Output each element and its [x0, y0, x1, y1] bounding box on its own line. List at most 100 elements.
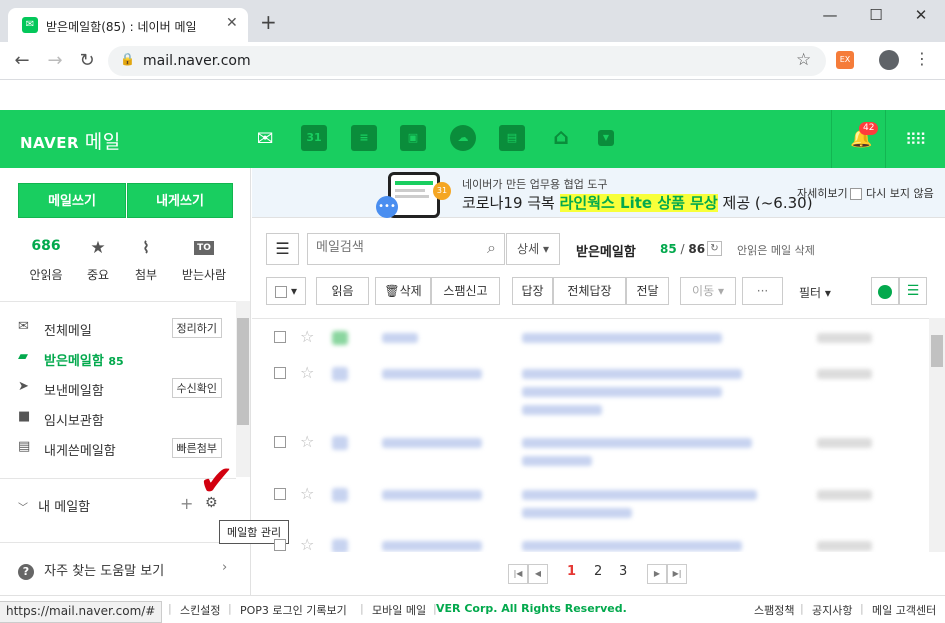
back-icon[interactable]: ←	[12, 51, 32, 71]
app-grid-icon[interactable]: ⠿⠿	[905, 130, 926, 149]
unread-counter[interactable]: 686 안읽음	[21, 238, 71, 283]
write-to-self-button[interactable]: 내게쓰기	[127, 183, 233, 218]
naver-mail-logo[interactable]: NAVER 메일	[20, 127, 121, 154]
footer-spam-policy-link[interactable]: 스팸정책	[754, 602, 794, 618]
folder-sent[interactable]: ➤ 보낸메일함 수신확인	[18, 377, 228, 399]
folder-inbox[interactable]: ▰ 받은메일함 85	[18, 347, 228, 369]
browser-tab[interactable]: ✉ 받은메일함(85) : 네이버 메일 ✕	[8, 8, 248, 42]
scrollbar-thumb[interactable]	[931, 335, 943, 367]
footer-skin-link[interactable]: 스킨설정	[180, 602, 220, 618]
folder-drafts[interactable]: ■ 임시보관함	[18, 407, 228, 429]
sidebar-scrollbar[interactable]	[236, 301, 250, 477]
first-page-icon[interactable]: |◀	[508, 564, 528, 584]
to-me-filter[interactable]: TO 받는사람	[179, 238, 229, 283]
page-1[interactable]: 1	[567, 564, 576, 584]
address-book-icon[interactable]: ▣	[400, 125, 426, 151]
search-icon[interactable]: ⌕	[487, 238, 496, 258]
prev-page-icon[interactable]: ◀	[528, 564, 548, 584]
row-checkbox[interactable]	[274, 331, 286, 343]
naver-mail-favicon: ✉	[22, 17, 38, 33]
banner-details-link[interactable]: 자세히보기	[797, 185, 848, 201]
address-bar[interactable]: 🔒 mail.naver.com ☆	[108, 46, 826, 76]
list-view-button[interactable]: ☰	[899, 277, 927, 305]
star-icon[interactable]: ☆	[300, 432, 314, 451]
new-tab-icon[interactable]: +	[260, 12, 277, 32]
delete-button[interactable]: 🗑삭제	[375, 277, 431, 305]
promo-banner[interactable]: ••• 31 네이버가 만든 업무용 협업 도구 코로나19 극복 라인웍스 L…	[252, 168, 945, 218]
row-checkbox[interactable]	[274, 488, 286, 500]
memo-icon[interactable]: ▤	[499, 125, 525, 151]
reply-button[interactable]: 답장	[512, 277, 553, 305]
cloud-icon[interactable]: ☁	[450, 125, 476, 151]
star-icon[interactable]: ☆	[300, 363, 314, 382]
footer-support-link[interactable]: 메일 고객센터	[872, 602, 936, 618]
organize-button[interactable]: 정리하기	[171, 318, 222, 338]
mail-list-scrollbar[interactable]	[929, 318, 945, 552]
forward-icon[interactable]: →	[45, 51, 65, 71]
more-dropdown-icon[interactable]: ▼	[598, 130, 614, 146]
folder-self-mail[interactable]: ▤ 내게쓴메일함 빠른첨부	[18, 437, 228, 459]
quick-attach-button[interactable]: 빠른첨부	[171, 438, 222, 458]
select-all-dropdown[interactable]: ▾	[266, 277, 306, 305]
close-window-icon[interactable]: ✕	[911, 6, 931, 24]
browser-menu-icon[interactable]: ⋮	[914, 49, 930, 68]
add-mailbox-icon[interactable]: +	[180, 494, 193, 513]
footer-notice-link[interactable]: 공지사항	[812, 602, 852, 618]
detail-search-dropdown[interactable]: 상세 ▾	[506, 233, 560, 265]
refresh-icon[interactable]: ↻	[707, 241, 722, 256]
url-text: mail.naver.com	[143, 53, 251, 69]
help-link[interactable]: ? 자주 찾는 도움말 보기 ›	[18, 560, 227, 580]
home-icon[interactable]: ⌂	[548, 125, 574, 151]
mail-search-box[interactable]: ⌕	[307, 233, 505, 265]
more-actions-button[interactable]: ···	[742, 277, 783, 305]
forward-button[interactable]: 전달	[626, 277, 669, 305]
banner-title: 코로나19 극복 라인웍스 Lite 상품 무상 제공 (~6.30)	[462, 194, 813, 212]
page-3[interactable]: 3	[619, 564, 627, 584]
banner-hide-option[interactable]: 다시 보지 않음	[850, 185, 934, 201]
reload-icon[interactable]: ↻	[77, 51, 97, 71]
star-icon[interactable]: ☆	[300, 535, 314, 552]
footer-pop3-link[interactable]: POP3 로그인 기록보기	[240, 602, 347, 618]
account-avatar-icon[interactable]	[879, 50, 899, 70]
important-filter[interactable]: ★ 중요	[73, 238, 123, 283]
extension-icon[interactable]: EX	[836, 51, 854, 69]
notification-badge: 42	[859, 122, 879, 135]
move-dropdown[interactable]: 이동 ▾	[680, 277, 736, 305]
filter-dropdown[interactable]: 필터 ▾	[799, 284, 831, 301]
time-view-button[interactable]	[871, 277, 899, 305]
mail-icon[interactable]: ✉	[252, 125, 278, 151]
minimize-icon[interactable]: —	[820, 6, 840, 24]
read-receipt-button[interactable]: 수신확인	[171, 378, 222, 398]
folder-all-mail[interactable]: ✉ 전체메일 정리하기	[18, 317, 228, 339]
hide-label: 다시 보지 않음	[866, 187, 934, 200]
scrollbar-thumb[interactable]	[237, 318, 249, 425]
mailbox-title: 받은메일함	[576, 245, 636, 260]
row-checkbox[interactable]	[274, 367, 286, 379]
close-tab-icon[interactable]: ✕	[226, 15, 238, 31]
calendar-icon[interactable]: 31	[301, 125, 327, 151]
hide-checkbox[interactable]	[850, 188, 862, 200]
search-input[interactable]	[316, 240, 476, 255]
mark-read-button[interactable]: 읽음	[316, 277, 369, 305]
row-checkbox[interactable]	[274, 436, 286, 448]
last-page-icon[interactable]: ▶|	[667, 564, 687, 584]
select-all-checkbox[interactable]	[274, 285, 287, 298]
write-mail-button[interactable]: 메일쓰기	[18, 183, 126, 218]
footer-mobile-link[interactable]: 모바일 메일	[372, 602, 426, 618]
contacts-list-icon[interactable]: ≡	[351, 125, 377, 151]
maximize-icon[interactable]: ☐	[866, 6, 886, 24]
attachment-filter[interactable]: ⌇ 첨부	[121, 238, 171, 283]
star-icon[interactable]: ☆	[300, 484, 314, 503]
page-2[interactable]: 2	[594, 564, 602, 584]
bookmark-star-icon[interactable]: ☆	[796, 50, 811, 70]
browser-toolbar: ← → ↻ 🔒 mail.naver.com ☆ EX ⋮	[0, 42, 945, 80]
delete-unread-link[interactable]: 안읽은 메일 삭제	[737, 242, 815, 258]
row-checkbox[interactable]	[274, 539, 286, 551]
hamburger-menu-icon[interactable]: ☰	[266, 233, 299, 265]
next-page-icon[interactable]: ▶	[647, 564, 667, 584]
spam-report-button[interactable]: 스팸신고	[431, 277, 500, 305]
star-icon[interactable]: ☆	[300, 327, 314, 346]
browser-tab-strip: ✉ 받은메일함(85) : 네이버 메일 ✕ + — ☐ ✕	[0, 0, 945, 42]
reply-all-button[interactable]: 전체답장	[553, 277, 626, 305]
my-mailbox-toggle[interactable]: ﹀ 내 메일함	[18, 496, 90, 515]
